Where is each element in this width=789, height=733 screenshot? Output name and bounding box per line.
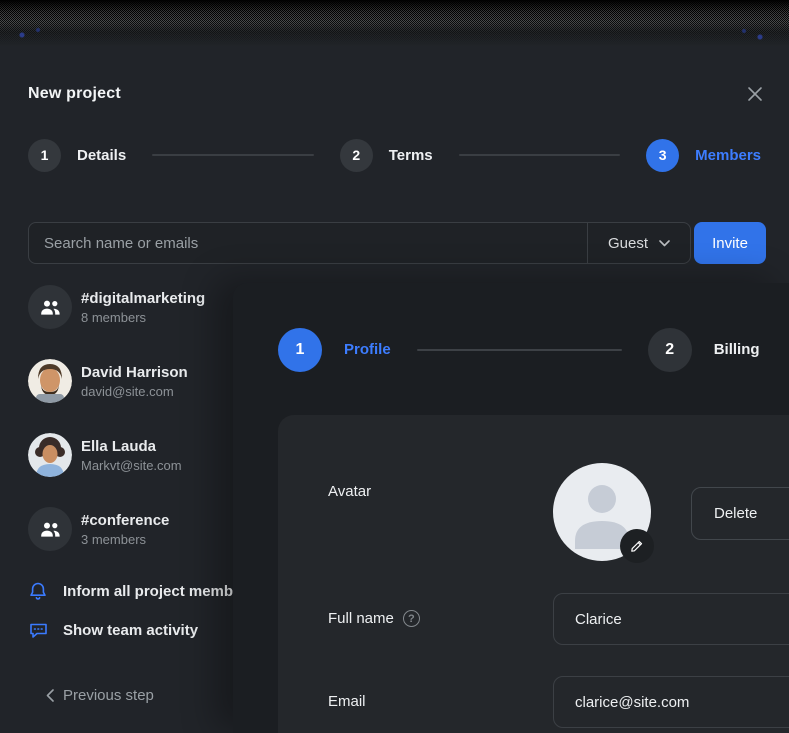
search-input[interactable] xyxy=(29,223,587,263)
step-number-badge: 1 xyxy=(28,139,61,172)
search-combo: Guest xyxy=(28,222,691,264)
members-group-icon xyxy=(28,507,72,551)
bell-icon xyxy=(28,581,48,601)
stepper-connector xyxy=(417,349,622,351)
avatar-uploader xyxy=(553,463,651,561)
member-title: David Harrison xyxy=(81,364,188,381)
list-item-david-harrison[interactable]: David Harrison david@site.com xyxy=(28,359,268,403)
page-title: New project xyxy=(28,85,121,103)
modal-header: New project xyxy=(28,82,767,106)
role-select[interactable]: Guest xyxy=(588,223,690,263)
invite-bar: Guest Invite xyxy=(28,222,766,264)
step-label: Terms xyxy=(389,147,433,164)
member-subtitle: david@site.com xyxy=(81,384,188,399)
action-label: Inform all project members xyxy=(63,583,256,600)
step-label: Details xyxy=(77,147,126,164)
previous-step-button[interactable]: Previous step xyxy=(46,687,186,704)
member-subtitle: 3 members xyxy=(81,532,169,547)
member-title: #conference xyxy=(81,512,169,529)
email-field[interactable] xyxy=(553,676,789,728)
invite-button[interactable]: Invite xyxy=(694,222,766,264)
stepper-step-details[interactable]: 1 Details xyxy=(28,139,126,172)
stepper-connector xyxy=(459,154,621,156)
full-name-field[interactable] xyxy=(553,593,789,645)
step-number-badge: 2 xyxy=(340,139,373,172)
member-subtitle: 8 members xyxy=(81,310,205,325)
action-label: Show team activity xyxy=(63,622,198,639)
step-label-active: Members xyxy=(695,147,761,164)
project-stepper: 1 Details 2 Terms 3 Members xyxy=(28,138,761,172)
close-icon xyxy=(746,85,764,103)
member-title: #digitalmarketing xyxy=(81,290,205,307)
step-number-badge-active: 3 xyxy=(646,139,679,172)
tab-profile[interactable]: Profile xyxy=(344,341,391,358)
member-title: Ella Lauda xyxy=(81,438,182,455)
stepper-step-members[interactable]: 3 Members xyxy=(646,139,761,172)
avatar xyxy=(28,433,72,477)
list-item-digitalmarketing[interactable]: #digitalmarketing 8 members xyxy=(28,285,268,329)
step-number-badge: 2 xyxy=(648,328,692,372)
avatar xyxy=(28,359,72,403)
email-field-label: Email xyxy=(328,693,366,710)
member-text: #digitalmarketing 8 members xyxy=(81,290,205,325)
member-subtitle: Markvt@site.com xyxy=(81,458,182,473)
full-name-label-text: Full name xyxy=(328,610,394,627)
member-profile-panel: 1 Profile 2 Billing Avatar xyxy=(233,283,789,733)
edit-avatar-button[interactable] xyxy=(620,529,654,563)
step-number-badge-active: 1 xyxy=(278,328,322,372)
profile-form-card: Avatar xyxy=(278,415,789,733)
list-item-ella-lauda[interactable]: Ella Lauda Markvt@site.com xyxy=(28,433,268,477)
stepper-connector xyxy=(152,154,314,156)
member-text: David Harrison david@site.com xyxy=(81,364,188,399)
delete-avatar-button[interactable]: Delete xyxy=(691,487,789,540)
member-text: Ella Lauda Markvt@site.com xyxy=(81,438,182,473)
new-project-modal: New project 1 Details 2 Terms 3 Members … xyxy=(0,46,789,733)
list-item-conference[interactable]: #conference 3 members xyxy=(28,507,268,551)
role-select-value: Guest xyxy=(608,235,648,252)
help-icon[interactable]: ? xyxy=(403,610,420,627)
close-button[interactable] xyxy=(743,82,767,106)
torn-edge-decoration xyxy=(0,0,789,46)
profile-stepper: 1 Profile 2 Billing xyxy=(278,327,789,372)
members-group-icon xyxy=(28,285,72,329)
stepper-step-terms[interactable]: 2 Terms xyxy=(340,139,433,172)
chevron-left-icon xyxy=(46,689,54,702)
member-text: #conference 3 members xyxy=(81,512,169,547)
pencil-edit-icon xyxy=(630,539,644,553)
avatar-field-label: Avatar xyxy=(328,483,371,500)
members-content: #digitalmarketing 8 members xyxy=(0,283,789,733)
previous-step-label: Previous step xyxy=(63,687,154,704)
chevron-down-icon xyxy=(659,240,670,247)
full-name-field-label: Full name ? xyxy=(328,610,420,627)
chat-icon xyxy=(28,622,48,639)
tab-billing[interactable]: Billing xyxy=(714,341,760,358)
